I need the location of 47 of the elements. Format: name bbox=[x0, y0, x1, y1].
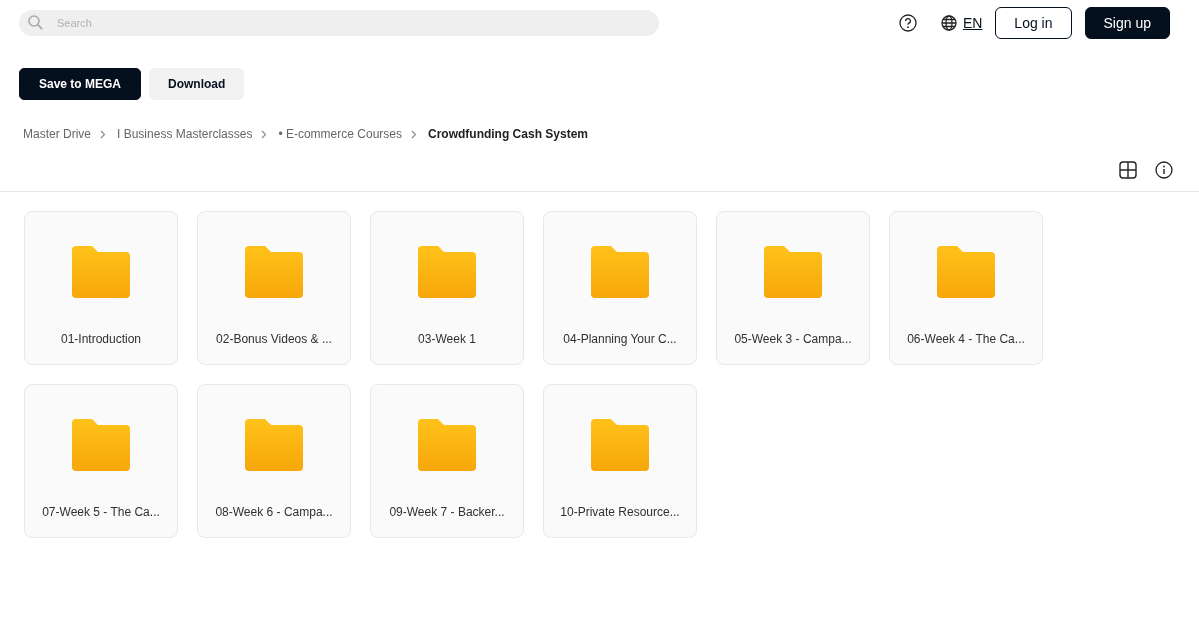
search-field[interactable]: Search bbox=[19, 10, 659, 36]
folder-icon bbox=[418, 246, 476, 298]
chevron-right-icon bbox=[100, 129, 106, 139]
breadcrumb-link[interactable]: I Business Masterclasses bbox=[117, 127, 253, 141]
folder-icon bbox=[418, 419, 476, 471]
folder-name: 06-Week 4 - The Ca... bbox=[907, 332, 1025, 346]
folder-name: 05-Week 3 - Campa... bbox=[734, 332, 852, 346]
folder-name: 10-Private Resource... bbox=[560, 505, 680, 519]
folder-card[interactable]: 02-Bonus Videos & ... bbox=[197, 211, 351, 365]
folder-card[interactable]: 09-Week 7 - Backer... bbox=[370, 384, 524, 538]
breadcrumb-link[interactable]: • E-commerce Courses bbox=[278, 127, 402, 141]
chevron-right-icon bbox=[410, 129, 417, 139]
folder-card[interactable]: 04-Planning Your C... bbox=[543, 211, 697, 365]
folder-card[interactable]: 07-Week 5 - The Ca... bbox=[24, 384, 178, 538]
folder-icon bbox=[591, 246, 649, 298]
folder-name: 08-Week 6 - Campa... bbox=[215, 505, 333, 519]
folder-card[interactable]: 10-Private Resource... bbox=[543, 384, 697, 538]
folder-icon bbox=[245, 246, 303, 298]
folder-name: 03-Week 1 bbox=[418, 332, 476, 346]
help-icon[interactable] bbox=[898, 14, 917, 32]
folder-name: 01-Introduction bbox=[60, 332, 142, 346]
folder-icon bbox=[764, 246, 822, 298]
folder-card[interactable]: 05-Week 3 - Campa... bbox=[716, 211, 870, 365]
folder-icon bbox=[72, 419, 130, 471]
folder-card[interactable]: 01-Introduction bbox=[24, 211, 178, 365]
chevron-right-icon bbox=[261, 129, 268, 139]
folder-name: 07-Week 5 - The Ca... bbox=[42, 505, 160, 519]
breadcrumb-link[interactable]: Master Drive bbox=[23, 127, 91, 141]
sign-up-button[interactable]: Sign up bbox=[1084, 7, 1170, 39]
folder-card[interactable]: 03-Week 1 bbox=[370, 211, 524, 365]
save-button[interactable]: Save to MEGA bbox=[19, 68, 142, 100]
folder-name: 02-Bonus Videos & ... bbox=[216, 332, 332, 346]
info-icon[interactable] bbox=[1155, 161, 1173, 179]
breadcrumb-link[interactable]: Crowdfunding Cash System bbox=[427, 127, 588, 141]
folder-icon bbox=[591, 419, 649, 471]
folder-card[interactable]: 06-Week 4 - The Ca... bbox=[889, 211, 1043, 365]
folder-name: 09-Week 7 - Backer... bbox=[389, 505, 505, 519]
log-in-button[interactable]: Log in bbox=[995, 7, 1072, 39]
folder-icon bbox=[245, 419, 303, 471]
globe-icon[interactable] bbox=[940, 15, 957, 31]
grid-view-icon[interactable] bbox=[1119, 161, 1137, 179]
folder-icon bbox=[72, 246, 130, 298]
folder-name: 04-Planning Your C... bbox=[563, 332, 677, 346]
language-link[interactable]: EN bbox=[962, 15, 983, 31]
download-button[interactable]: Download bbox=[149, 68, 245, 100]
folder-icon bbox=[937, 246, 995, 298]
folder-card[interactable]: 08-Week 6 - Campa... bbox=[197, 384, 351, 538]
